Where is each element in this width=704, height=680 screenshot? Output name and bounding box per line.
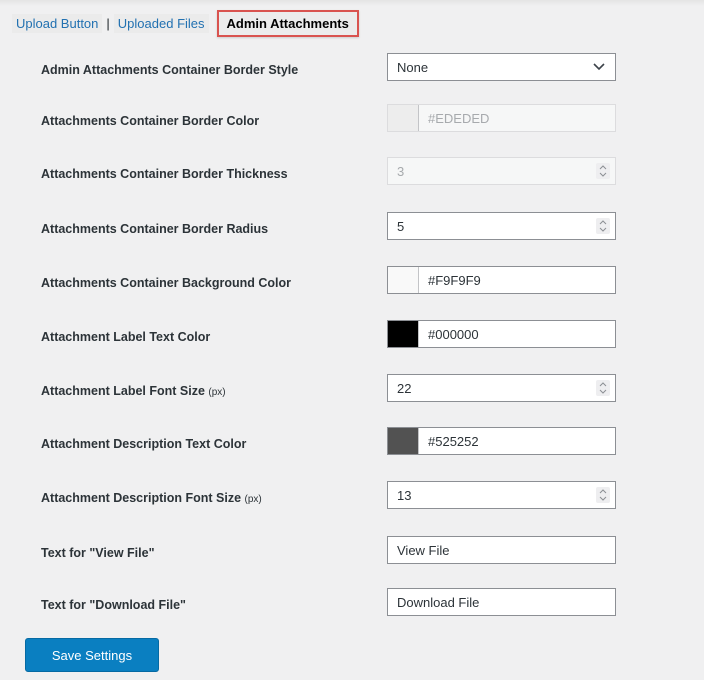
setting-label-text: Attachments Container Border Color: [41, 114, 260, 128]
unit-hint: (px): [208, 387, 226, 398]
setting-row-admin-attachments-container-border-style: Admin Attachments Container Border Style…: [41, 53, 621, 92]
field-value: #000000: [428, 327, 479, 342]
field-value: #F9F9F9: [428, 273, 481, 288]
chevron-down-icon[interactable]: [593, 59, 605, 73]
setting-label-text: Admin Attachments Container Border Style: [41, 63, 299, 77]
attachments-container-border-color-color-field: #EDEDED: [387, 104, 616, 132]
field-value: Download File: [397, 595, 480, 610]
attachments-container-border-thickness-number-field: 3: [387, 157, 616, 185]
setting-label-text: Attachment Label Text Color: [41, 330, 211, 344]
setting-label: Text for "Download File": [41, 597, 186, 613]
setting-row-attachments-container-border-radius: Attachments Container Border Radius 5: [41, 212, 621, 251]
setting-label: Attachments Container Border Thickness: [41, 166, 288, 182]
setting-label-text: Text for "View File": [41, 546, 155, 560]
setting-label: Attachments Container Border Color: [41, 113, 259, 129]
setting-label-text: Attachments Container Border Radius: [41, 222, 269, 236]
color-swatch[interactable]: [388, 267, 419, 293]
settings-tabs: Upload Button | Uploaded Files Admin Att…: [12, 9, 359, 37]
tab-upload-button[interactable]: Upload Button: [12, 13, 103, 33]
field-value: 3: [397, 164, 405, 179]
tab-uploaded-files[interactable]: Uploaded Files: [113, 13, 209, 33]
setting-label-text: Text for "Download File": [41, 598, 186, 612]
setting-label: Attachment Label Text Color: [41, 329, 210, 345]
setting-label-text: Attachment Description Font Size: [41, 491, 242, 505]
tab-separator: |: [106, 15, 110, 31]
setting-label: Attachment Description Text Color: [41, 436, 246, 452]
attachment-description-text-color-color-field[interactable]: #525252: [387, 427, 616, 455]
top-shadow: [0, 0, 704, 6]
tab-admin-attachments[interactable]: Admin Attachments: [216, 9, 359, 37]
setting-label: Attachments Container Border Radius: [41, 221, 268, 237]
attachment-label-font-size-number-field[interactable]: 22: [387, 374, 616, 402]
attachment-description-font-size-number-field[interactable]: 13: [387, 481, 616, 509]
attachment-label-text-color-color-field[interactable]: #000000: [387, 320, 616, 348]
attachments-container-border-radius-number-field[interactable]: 5: [387, 212, 616, 240]
setting-label: Attachment Label Font Size (px): [41, 383, 226, 401]
color-swatch[interactable]: [388, 321, 419, 347]
setting-row-text-for-download-file: Text for "Download File" Download File: [41, 588, 621, 627]
setting-label-text: Attachments Container Background Color: [41, 276, 292, 290]
color-swatch: [388, 105, 419, 131]
spinner-arrows-icon[interactable]: [596, 487, 610, 503]
field-value: #525252: [428, 434, 479, 449]
spinner-arrows-icon[interactable]: [596, 380, 610, 396]
text-for-view-file-text-field[interactable]: View File: [387, 536, 616, 564]
setting-row-attachment-description-font-size: Attachment Description Font Size (px) 13: [41, 481, 621, 520]
admin-attachments-container-border-style-select[interactable]: None: [387, 53, 616, 81]
attachments-container-background-color-color-field[interactable]: #F9F9F9: [387, 266, 616, 294]
field-value: None: [397, 60, 429, 75]
field-value: 22: [397, 381, 412, 396]
setting-row-attachment-description-text-color: Attachment Description Text Color #525252: [41, 427, 621, 466]
setting-label-text: Attachment Description Text Color: [41, 437, 247, 451]
setting-row-attachments-container-border-color: Attachments Container Border Color #EDEDE…: [41, 104, 621, 143]
setting-label: Text for "View File": [41, 545, 155, 561]
spinner-arrows-icon[interactable]: [596, 218, 610, 234]
save-settings-button[interactable]: Save Settings: [25, 638, 159, 672]
text-for-download-file-text-field[interactable]: Download File: [387, 588, 616, 616]
setting-label: Admin Attachments Container Border Style: [41, 62, 298, 78]
field-value: 5: [397, 219, 405, 234]
setting-row-text-for-view-file: Text for "View File" View File: [41, 536, 621, 575]
setting-row-attachment-label-font-size: Attachment Label Font Size (px) 22: [41, 374, 621, 413]
setting-row-attachments-container-border-thickness: Attachments Container Border Thickness 3: [41, 157, 621, 196]
field-value: 13: [397, 488, 412, 503]
spinner-arrows-icon: [596, 163, 610, 179]
setting-label-text: Attachments Container Border Thickness: [41, 167, 288, 181]
setting-label-text: Attachment Label Font Size: [41, 384, 205, 398]
unit-hint: (px): [244, 494, 262, 505]
color-swatch[interactable]: [388, 428, 419, 454]
field-value: View File: [397, 543, 450, 558]
setting-row-attachments-container-background-color: Attachments Container Background Color #F…: [41, 266, 621, 305]
setting-label: Attachment Description Font Size (px): [41, 490, 262, 508]
field-value: #EDEDED: [428, 111, 490, 126]
setting-row-attachment-label-text-color: Attachment Label Text Color #000000: [41, 320, 621, 359]
setting-label: Attachments Container Background Color: [41, 275, 291, 291]
